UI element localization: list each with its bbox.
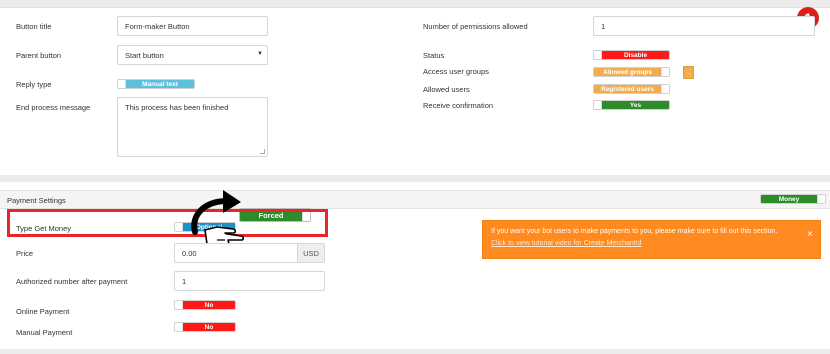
online-payment-value: No <box>183 301 235 309</box>
receive-confirmation-value: Yes <box>602 101 669 109</box>
end-message-textarea[interactable]: This process has been finished <box>117 97 268 157</box>
top-section-bar <box>0 0 830 8</box>
permissions-input[interactable]: 1 <box>593 16 815 36</box>
payment-info-alert: If you want your bot users to make payme… <box>482 220 821 259</box>
access-groups-toggle[interactable]: Allowed groups <box>593 67 670 77</box>
tutorial-video-link[interactable]: Click to view tutorial video for Create … <box>491 240 812 247</box>
toggle-knob <box>175 323 183 331</box>
reply-type-label: Reply type <box>16 80 52 89</box>
manual-payment-value: No <box>183 323 235 331</box>
status-toggle[interactable]: Disable <box>593 50 670 60</box>
access-groups-label: Access user groups <box>423 67 489 76</box>
receive-confirmation-label: Receive confirmation <box>423 101 494 110</box>
toggle-knob <box>661 68 669 76</box>
price-input[interactable]: 0.00 USD <box>174 243 325 263</box>
receive-confirmation-toggle[interactable]: Yes <box>593 100 670 110</box>
alert-message: If you want your bot users to make payme… <box>491 228 778 235</box>
resize-handle-icon[interactable] <box>260 149 265 154</box>
close-icon[interactable]: × <box>807 229 813 240</box>
manual-payment-label: Manual Payment <box>16 328 73 337</box>
button-title-input[interactable]: Form-maker Button <box>117 16 268 36</box>
toggle-knob <box>594 101 602 109</box>
section-divider <box>0 175 830 182</box>
parent-button-value: Start button <box>125 50 164 60</box>
allowed-users-value: Registered users <box>594 85 661 93</box>
status-value: Disable <box>602 51 669 59</box>
online-payment-label: Online Payment <box>16 307 70 316</box>
toggle-knob <box>661 85 669 93</box>
access-groups-more-button[interactable]: ... <box>683 66 694 79</box>
reply-type-toggle[interactable]: Manual text <box>117 79 195 89</box>
allowed-users-label: Allowed users <box>423 85 470 94</box>
permissions-label: Number of permissions allowed <box>423 22 528 31</box>
highlight-box <box>7 209 328 237</box>
price-value: 0.00 <box>182 248 197 258</box>
allowed-users-toggle[interactable]: Registered users <box>593 84 670 94</box>
status-label: Status <box>423 51 445 60</box>
caret-down-icon: ▼ <box>257 51 263 57</box>
manual-payment-toggle[interactable]: No <box>174 322 236 332</box>
payment-settings-bar <box>0 190 830 209</box>
reply-type-value: Manual text <box>126 80 194 88</box>
authorized-number-label: Authorized number after payment <box>16 277 128 286</box>
parent-button-label: Parent button <box>16 51 62 60</box>
toggle-knob <box>817 195 825 203</box>
toggle-knob <box>175 301 183 309</box>
currency-addon: USD <box>297 244 324 262</box>
price-label: Price <box>16 249 34 258</box>
payment-settings-title: Payment Settings <box>7 196 66 205</box>
end-message-label: End process message <box>16 103 91 112</box>
toggle-knob <box>594 51 602 59</box>
end-message-value: This process has been finished <box>125 103 229 112</box>
toggle-knob <box>118 80 126 88</box>
money-toggle[interactable]: Money <box>760 194 826 204</box>
access-groups-value: Allowed groups <box>594 68 661 76</box>
button-title-label: Button title <box>16 22 52 31</box>
bottom-divider <box>0 349 830 354</box>
parent-button-select[interactable]: Start button ▼ <box>117 45 268 65</box>
authorized-number-input[interactable]: 1 <box>174 271 325 291</box>
online-payment-toggle[interactable]: No <box>174 300 236 310</box>
money-toggle-value: Money <box>761 195 817 203</box>
